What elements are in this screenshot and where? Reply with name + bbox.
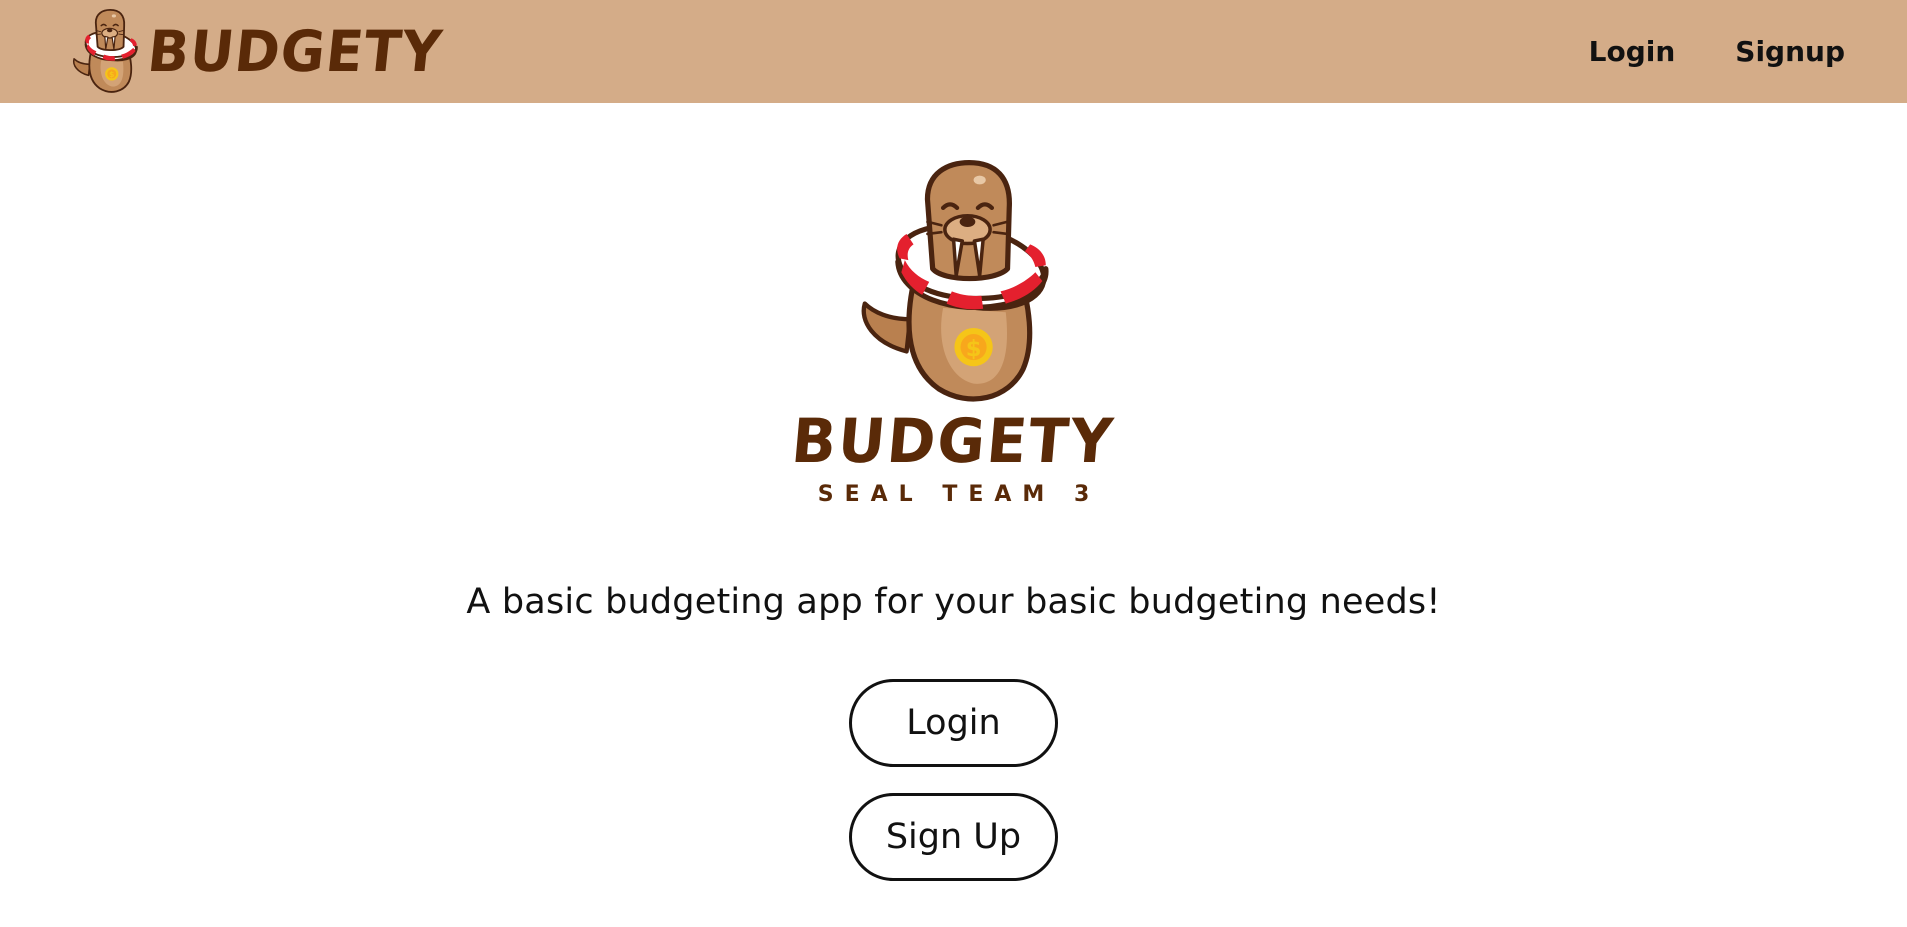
hero-logo: BUDGETY SEAL TEAM 3: [0, 160, 1907, 506]
brand-name: BUDGETY: [144, 18, 446, 85]
walrus-mascot-icon: [844, 160, 1064, 408]
app-description: A basic budgeting app for your basic bud…: [466, 582, 1441, 622]
hero-brand-name: BUDGETY: [789, 405, 1118, 477]
hero-tagline: SEAL TEAM 3: [817, 482, 1101, 507]
nav-signup-link[interactable]: Signup: [1735, 35, 1845, 68]
brand-home-link[interactable]: BUDGETY: [64, 8, 445, 95]
login-button[interactable]: Login: [849, 679, 1058, 767]
walrus-mascot-icon: [72, 8, 140, 93]
nav-links: Login Signup: [1529, 35, 1845, 68]
nav-login-link[interactable]: Login: [1589, 35, 1676, 68]
signup-button[interactable]: Sign Up: [849, 793, 1058, 881]
navbar: BUDGETY Login Signup: [0, 0, 1907, 103]
